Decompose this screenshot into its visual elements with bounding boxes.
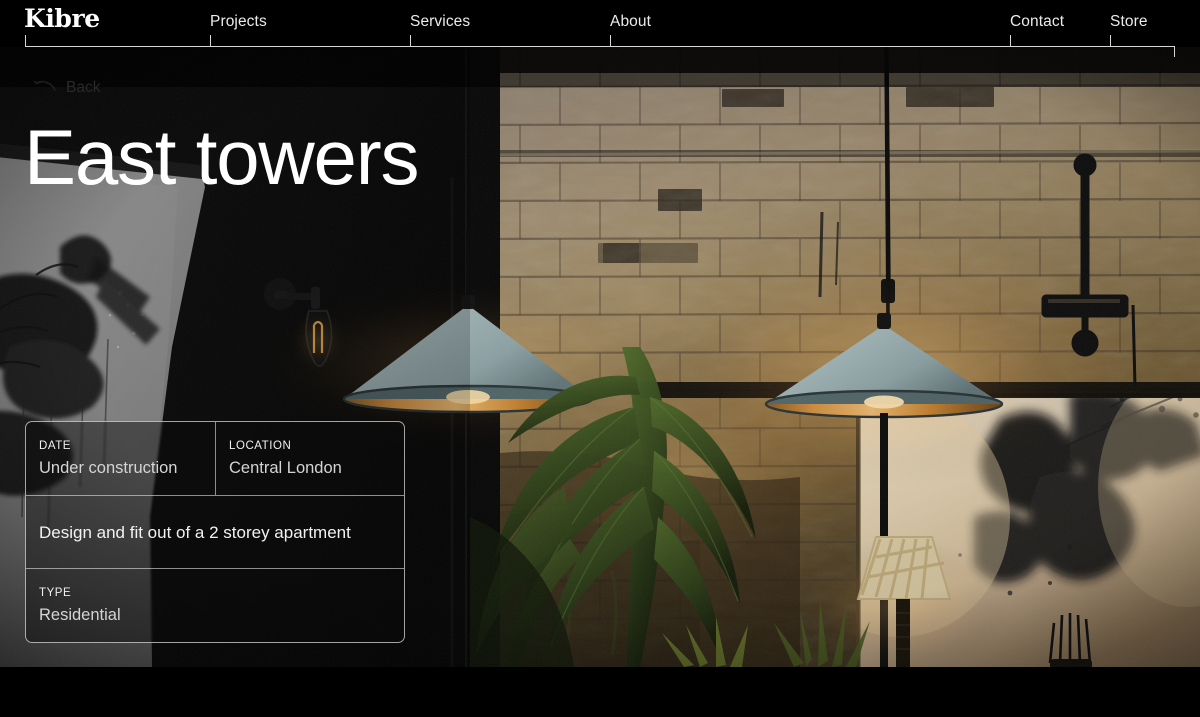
nav-item-contact[interactable]: Contact [1010, 12, 1064, 32]
site-logo[interactable]: Kibre [24, 5, 100, 33]
nav-item-projects[interactable]: Projects [210, 12, 267, 32]
back-label: Back [66, 79, 101, 96]
nav-rule [25, 35, 1175, 57]
description-text: Design and fit out of a 2 storey apartme… [39, 522, 351, 542]
page-bottom-band [0, 667, 1200, 717]
nav-item-store[interactable]: Store [1110, 12, 1148, 32]
nav-tick-about [610, 35, 611, 46]
info-row-description: Design and fit out of a 2 storey apartme… [26, 496, 404, 569]
location-value: Central London [229, 459, 342, 477]
nav-tick-projects [210, 35, 211, 46]
site-header: Kibre Projects Services About Contact St… [0, 0, 1200, 57]
nav-tick-end [1174, 46, 1175, 57]
nav-tick-store [1110, 35, 1111, 46]
info-cell-type: TYPE Residential [26, 569, 404, 642]
nav-tick-contact [1010, 35, 1011, 46]
info-cell-date: DATE Under construction [26, 422, 216, 495]
info-cell-description: Design and fit out of a 2 storey apartme… [26, 496, 364, 568]
date-value: Under construction [39, 459, 178, 477]
nav-item-about[interactable]: About [610, 12, 651, 32]
arrow-left-icon [34, 79, 56, 98]
page-root: Back East towers DATE Under construction… [0, 0, 1200, 717]
location-label: LOCATION [229, 440, 292, 452]
nav-tick-start [25, 35, 26, 46]
info-cell-location: LOCATION Central London [216, 422, 404, 495]
nav-item-services[interactable]: Services [410, 12, 470, 32]
back-link[interactable]: Back [34, 78, 100, 98]
type-label: TYPE [39, 587, 72, 599]
project-info-card: DATE Under construction LOCATION Central… [25, 421, 405, 643]
date-label: DATE [39, 440, 72, 452]
info-row-type: TYPE Residential [26, 569, 404, 642]
type-value: Residential [39, 606, 121, 624]
page-title: East towers [24, 113, 419, 201]
nav-tick-services [410, 35, 411, 46]
info-row-date-location: DATE Under construction LOCATION Central… [26, 422, 404, 496]
